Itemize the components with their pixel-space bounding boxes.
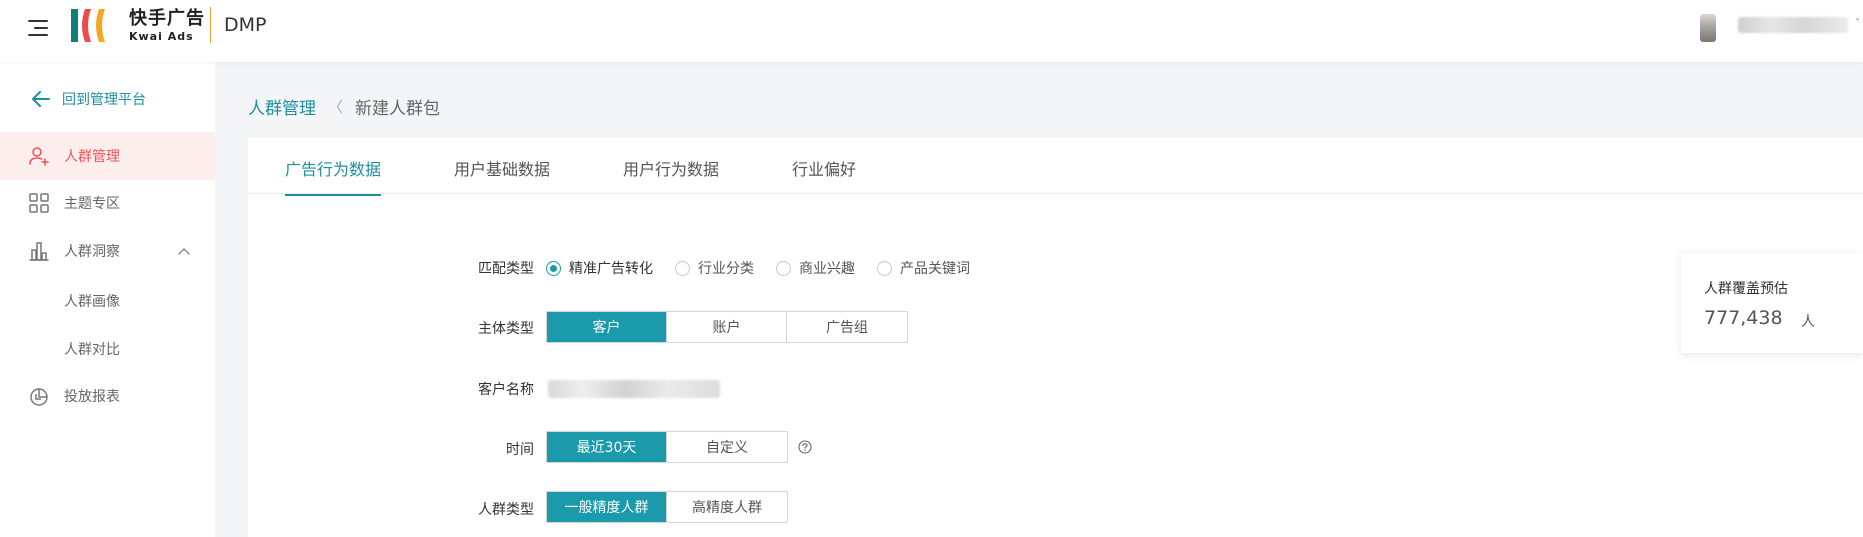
entity-type-account-option[interactable]: 账户 — [667, 312, 787, 342]
user-add-icon — [29, 147, 49, 166]
sidebar-item-theme-zone[interactable]: 主题专区 — [0, 179, 215, 227]
help-circle-icon[interactable] — [798, 440, 812, 454]
logo-cn-text: 快手广告 — [129, 8, 205, 29]
tab-user-basic-data[interactable]: 用户基础数据 — [454, 156, 550, 194]
entity-type-label: 主体类型 — [478, 321, 534, 337]
user-menu-caret-icon[interactable]: ˅ — [1855, 18, 1860, 29]
logo-en-text: Kwai Ads — [129, 30, 194, 43]
radio-precise-ad-conversion[interactable]: 精准广告转化 — [546, 258, 653, 278]
radio-unchecked-icon — [675, 260, 690, 276]
tab-user-behavior-data[interactable]: 用户行为数据 — [623, 156, 719, 194]
radio-unchecked-icon — [877, 260, 892, 276]
sidebar-subitem-label: 人群画像 — [64, 294, 120, 310]
radio-business-interest[interactable]: 商业兴趣 — [776, 258, 855, 278]
estimate-value: 777,438 — [1704, 307, 1783, 329]
time-label: 时间 — [506, 442, 534, 458]
crowd-type-segmented: 一般精度人群 高精度人群 — [546, 491, 788, 523]
crowd-type-label: 人群类型 — [478, 502, 534, 518]
hamburger-menu-icon[interactable] — [26, 18, 48, 38]
estimate-unit: 人 — [1801, 314, 1815, 330]
client-name-redacted[interactable] — [548, 380, 720, 398]
sidebar-subitem-crowd-compare[interactable]: 人群对比 — [0, 326, 215, 370]
breadcrumb-current: 新建人群包 — [355, 99, 441, 119]
sidebar-item-label: 人群管理 — [64, 149, 120, 165]
sidebar-item-label: 投放报表 — [64, 389, 120, 405]
tab-ad-behavior-data[interactable]: 广告行为数据 — [285, 156, 382, 196]
product-name: DMP — [224, 14, 267, 36]
sidebar-item-label: 主题专区 — [64, 196, 120, 212]
breadcrumb: 人群管理 〈 新建人群包 — [248, 94, 440, 119]
entity-type-segmented: 客户 账户 广告组 — [546, 311, 908, 343]
grid-icon — [29, 193, 49, 213]
match-type-radio-group: 精准广告转化 行业分类 商业兴趣 产品关键词 — [546, 258, 992, 278]
radio-label: 商业兴趣 — [799, 261, 855, 277]
time-custom-option[interactable]: 自定义 — [667, 432, 787, 462]
back-link-label: 回到管理平台 — [62, 92, 146, 108]
logo-divider — [210, 7, 211, 43]
entity-type-client-option[interactable]: 客户 — [547, 312, 667, 342]
kwai-ads-logo-icon — [71, 9, 105, 42]
bar-chart-icon — [29, 242, 49, 261]
sidebar-subitem-label: 人群对比 — [64, 342, 120, 358]
radio-unchecked-icon — [776, 260, 791, 276]
sidebar-subitem-crowd-portrait[interactable]: 人群画像 — [0, 278, 215, 322]
radio-industry-category[interactable]: 行业分类 — [675, 258, 754, 278]
breadcrumb-root-link[interactable]: 人群管理 — [248, 94, 316, 119]
back-to-admin-link[interactable]: 回到管理平台 — [30, 88, 146, 110]
client-name-label: 客户名称 — [478, 382, 534, 398]
radio-product-keyword[interactable]: 产品关键词 — [877, 258, 970, 278]
crowd-type-general-option[interactable]: 一般精度人群 — [547, 492, 667, 522]
crowd-type-high-precision-option[interactable]: 高精度人群 — [667, 492, 787, 522]
breadcrumb-separator: 〈 — [328, 98, 344, 116]
estimate-title: 人群覆盖预估 — [1704, 281, 1788, 297]
avatar[interactable] — [1700, 14, 1716, 42]
radio-checked-icon — [546, 260, 561, 276]
crowd-coverage-estimate-panel: 人群覆盖预估 777,438 人 — [1681, 253, 1863, 353]
sidebar-item-delivery-report[interactable]: 投放报表 — [0, 372, 215, 420]
radio-label: 产品关键词 — [900, 261, 970, 277]
time-last-30-days-option[interactable]: 最近30天 — [547, 432, 667, 462]
top-bar: 快手广告 Kwai Ads DMP ˅ — [0, 0, 1863, 62]
chevron-up-icon[interactable] — [178, 247, 190, 255]
sidebar: 回到管理平台 人群管理 主题专区 人群洞察 人群画像 人群对比 投放报表 — [0, 62, 215, 537]
data-tabs: 广告行为数据 用户基础数据 用户行为数据 行业偏好 — [248, 138, 1863, 196]
user-name-redacted[interactable] — [1738, 17, 1848, 33]
sidebar-item-crowd-insight[interactable]: 人群洞察 — [0, 227, 215, 275]
radio-label: 精准广告转化 — [569, 261, 653, 277]
logo-wordmark: 快手广告 Kwai Ads — [129, 8, 205, 44]
sidebar-item-label: 人群洞察 — [64, 244, 120, 260]
pie-report-icon — [30, 388, 48, 406]
sidebar-item-crowd-management[interactable]: 人群管理 — [0, 132, 215, 180]
time-segmented: 最近30天 自定义 — [546, 431, 788, 463]
entity-type-adgroup-option[interactable]: 广告组 — [787, 312, 907, 342]
match-type-label: 匹配类型 — [478, 261, 534, 277]
arrow-left-icon — [32, 91, 50, 107]
tab-industry-preference[interactable]: 行业偏好 — [792, 156, 856, 194]
radio-label: 行业分类 — [698, 261, 754, 277]
